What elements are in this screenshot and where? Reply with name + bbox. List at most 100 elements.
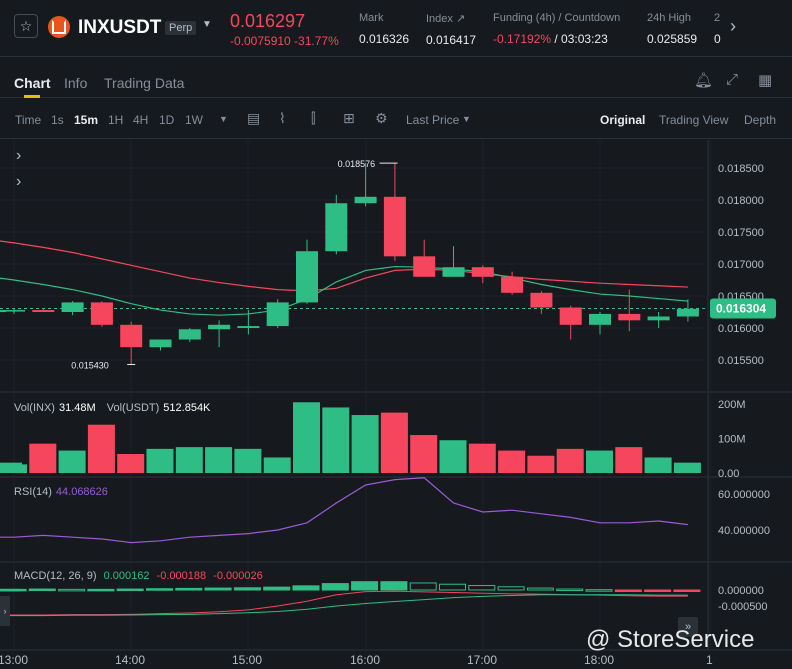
macd-histogram-bar: [351, 581, 379, 591]
volume-bar: [586, 450, 613, 473]
candle-body: [501, 276, 524, 293]
interval-1h[interactable]: 1H: [108, 113, 123, 127]
funding-value: -0.17192% / 03:03:23: [493, 32, 608, 46]
high-marker-label: 0.018576: [338, 159, 376, 169]
settings-icon[interactable]: ⚙: [375, 110, 388, 127]
macd-histogram-bar: [556, 588, 584, 592]
macd-histogram-bar: [28, 588, 56, 592]
price-axis-label: 0.016000: [718, 323, 764, 335]
candle-body: [647, 316, 670, 321]
price-axis-label: 0.017000: [718, 259, 764, 271]
candles-icon[interactable]: ⫿: [311, 110, 315, 127]
low-marker-label: 0.015430: [71, 360, 109, 370]
candle-body: [325, 203, 348, 252]
time-axis-label: 18:00: [584, 653, 614, 667]
volume-bar: [205, 447, 233, 473]
volume-bar: [615, 447, 643, 473]
layout-grid-icon[interactable]: ▦: [758, 71, 772, 89]
view-depth[interactable]: Depth: [744, 113, 776, 127]
volume-bar: [556, 448, 584, 473]
volume-bar: [498, 450, 526, 473]
volume-bar: [468, 443, 496, 473]
macd-histogram-bar: [644, 589, 672, 592]
volume-bar: [175, 447, 203, 473]
candle-body: [3, 310, 25, 312]
main-tabs: Chart Info Trading Data 🔔︎ ⤢ ▦: [0, 60, 792, 98]
candle-body: [589, 313, 611, 325]
volume-bar: [410, 435, 438, 473]
time-axis-label: 13:00: [0, 653, 28, 667]
time-axis-label: 15:00: [232, 653, 262, 667]
stat-index[interactable]: Index ↗ 0.016417: [426, 12, 476, 47]
macd-histogram-bar: [175, 587, 203, 591]
macd-histogram-bar: [614, 589, 642, 592]
candle-body: [32, 310, 55, 312]
chart-toolbar: Time 1s 15m 1H 4H 1D 1W ▼ ▤ ⌇ ⫿ ⊞ ⚙ Last…: [0, 99, 792, 139]
macd-histogram-bar: [585, 589, 613, 592]
macd-histogram-bar: [380, 581, 408, 591]
expand-legend-icon: ›: [16, 173, 21, 190]
price-axis-label: 0.015500: [718, 355, 764, 367]
interval-1w[interactable]: 1W: [185, 113, 203, 127]
perp-badge: Perp: [165, 21, 197, 35]
macd-histogram-bar: [58, 588, 86, 592]
price-mode-dropdown-icon[interactable]: ▼: [462, 114, 471, 124]
volume-bar: [351, 415, 379, 473]
price-axis-label: 0.017500: [718, 227, 764, 239]
volume-bar: [29, 443, 57, 473]
bell-icon[interactable]: 🔔︎: [694, 71, 713, 89]
volume-bar: [673, 462, 701, 473]
tab-info[interactable]: Info: [64, 75, 87, 91]
interval-1s[interactable]: 1s: [51, 113, 64, 127]
macd-histogram-bar: [409, 582, 437, 591]
expand-legend-icon: ›: [16, 147, 21, 164]
time-button[interactable]: Time: [15, 113, 41, 127]
chevron-right-icon[interactable]: ›: [730, 16, 736, 37]
macd-histogram-bar: [526, 587, 554, 591]
macd-histogram-bar: [146, 588, 173, 591]
price-axis-label: 0.018500: [718, 163, 764, 175]
candle-body: [149, 339, 172, 348]
symbol-title[interactable]: INXUSDT: [78, 17, 161, 39]
volume-bar: [87, 424, 115, 473]
view-original[interactable]: Original: [600, 113, 645, 127]
volume-axis-label: 200M: [718, 399, 746, 411]
volume-bar: [146, 448, 174, 473]
favorite-star-icon[interactable]: ☆: [14, 14, 38, 38]
symbol-dropdown-icon[interactable]: ▼: [202, 19, 212, 30]
interval-4h[interactable]: 4H: [133, 113, 148, 127]
tab-chart[interactable]: Chart: [14, 75, 51, 91]
candle-body: [413, 256, 436, 277]
candle-body: [383, 196, 406, 257]
candle-body: [237, 326, 260, 328]
macd-histogram-bar: [0, 588, 27, 592]
tab-trading-data[interactable]: Trading Data: [104, 75, 184, 91]
volume-legend: Vol(INX) 31.48M Vol(USDT) 512.854K: [14, 402, 211, 414]
candle-body: [296, 251, 318, 303]
calendar-icon[interactable]: ▤: [247, 110, 260, 127]
fullscreen-icon[interactable]: ⤢: [726, 71, 738, 88]
interval-dropdown-icon[interactable]: ▼: [219, 114, 228, 124]
candle-body: [0, 310, 6, 313]
volume-bar: [644, 457, 672, 473]
volume-bar: [439, 440, 467, 473]
left-panel-toggle-icon[interactable]: ›: [0, 596, 10, 626]
volume-bar: [234, 448, 262, 473]
macd-histogram-bar: [204, 587, 232, 591]
macd-signal-line: [0, 594, 688, 617]
volume-bar: [117, 454, 145, 473]
indicators-icon[interactable]: ⊞: [343, 110, 355, 127]
price-mode-select[interactable]: Last Price: [406, 113, 459, 127]
candle-body: [208, 324, 231, 330]
line-chart-icon[interactable]: ⌇: [279, 110, 286, 127]
interval-15m[interactable]: 15m: [74, 113, 98, 127]
stat-funding: Funding (4h) / Countdown -0.17192% / 03:…: [493, 12, 621, 46]
tab-active-indicator: [24, 95, 40, 98]
candle-body: [676, 308, 699, 317]
interval-1d[interactable]: 1D: [159, 113, 174, 127]
view-trading-view[interactable]: Trading View: [659, 113, 728, 127]
header-bar: ☆ INXUSDT Perp ▼ 0.016297 -0.0075910 -31…: [0, 0, 792, 57]
candle-body: [120, 324, 143, 348]
volume-bar: [58, 450, 86, 473]
candle-body: [354, 196, 377, 204]
